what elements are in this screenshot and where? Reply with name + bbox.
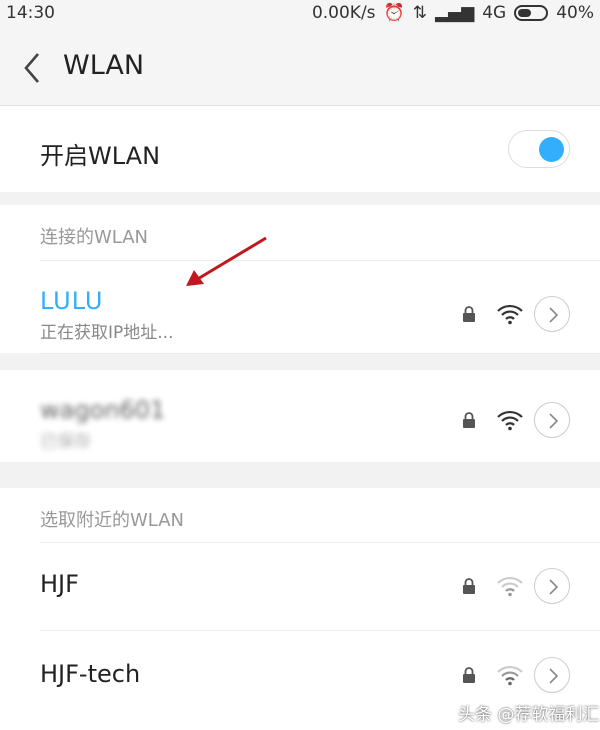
network-name: LULU xyxy=(40,287,104,315)
battery-percent: 40% xyxy=(556,3,594,23)
lock-icon xyxy=(462,667,476,683)
lock-icon xyxy=(462,578,476,594)
section-gap xyxy=(0,192,600,205)
network-details-button[interactable] xyxy=(534,568,570,604)
connected-section-header: 连接的WLAN xyxy=(0,205,600,261)
wifi-signal-weak-icon xyxy=(496,575,524,597)
network-name: HJF-tech xyxy=(40,660,141,688)
back-icon[interactable] xyxy=(22,50,48,86)
network-name: HJF xyxy=(40,570,79,598)
network-status: 已保存 xyxy=(40,432,91,452)
lock-icon xyxy=(462,306,476,322)
nearby-section-title: 选取附近的WLAN xyxy=(40,510,185,531)
wlan-toggle-label: 开启WLAN xyxy=(40,142,161,170)
network-name: wagon601 xyxy=(40,396,166,424)
connected-section-title: 连接的WLAN xyxy=(40,227,149,248)
page-title: WLAN xyxy=(63,50,145,81)
watermark: 头条 @荐软福利汇 xyxy=(458,705,600,725)
chevron-right-icon xyxy=(549,668,559,684)
wifi-signal-weak-icon xyxy=(496,664,524,686)
signal-icon: ▂▄▆ xyxy=(434,3,475,23)
annotation-arrow-icon xyxy=(186,236,267,286)
chevron-right-icon xyxy=(549,579,559,595)
network-status: 正在获取IP地址... xyxy=(40,323,174,343)
chevron-right-icon xyxy=(549,413,559,429)
network-details-button[interactable] xyxy=(534,657,570,693)
status-time: 14:30 xyxy=(6,3,55,23)
nearby-section-header: 选取附近的WLAN xyxy=(0,488,600,544)
alarm-icon: ⏰ xyxy=(383,3,405,23)
network-details-button[interactable] xyxy=(534,296,570,332)
wifi-signal-icon xyxy=(496,303,524,325)
status-bar: 14:30 0.00K/s ⏰ ⇅ ▂▄▆ 4G 40% xyxy=(0,0,600,28)
network-details-button[interactable] xyxy=(534,402,570,438)
divider xyxy=(40,353,600,354)
chevron-right-icon xyxy=(549,307,559,323)
wifi-signal-icon xyxy=(496,409,524,431)
status-icons: 0.00K/s ⏰ ⇅ ▂▄▆ 4G 40% xyxy=(312,3,594,23)
section-gap xyxy=(0,472,600,488)
title-bar: WLAN xyxy=(0,28,600,106)
data-transfer-icon: ⇅ xyxy=(412,3,427,23)
network-type: 4G xyxy=(482,3,507,23)
battery-icon xyxy=(514,5,549,21)
lock-icon xyxy=(462,412,476,428)
wlan-toggle-switch[interactable] xyxy=(508,130,570,168)
network-speed: 0.00K/s xyxy=(311,3,376,23)
switch-knob xyxy=(539,137,564,162)
